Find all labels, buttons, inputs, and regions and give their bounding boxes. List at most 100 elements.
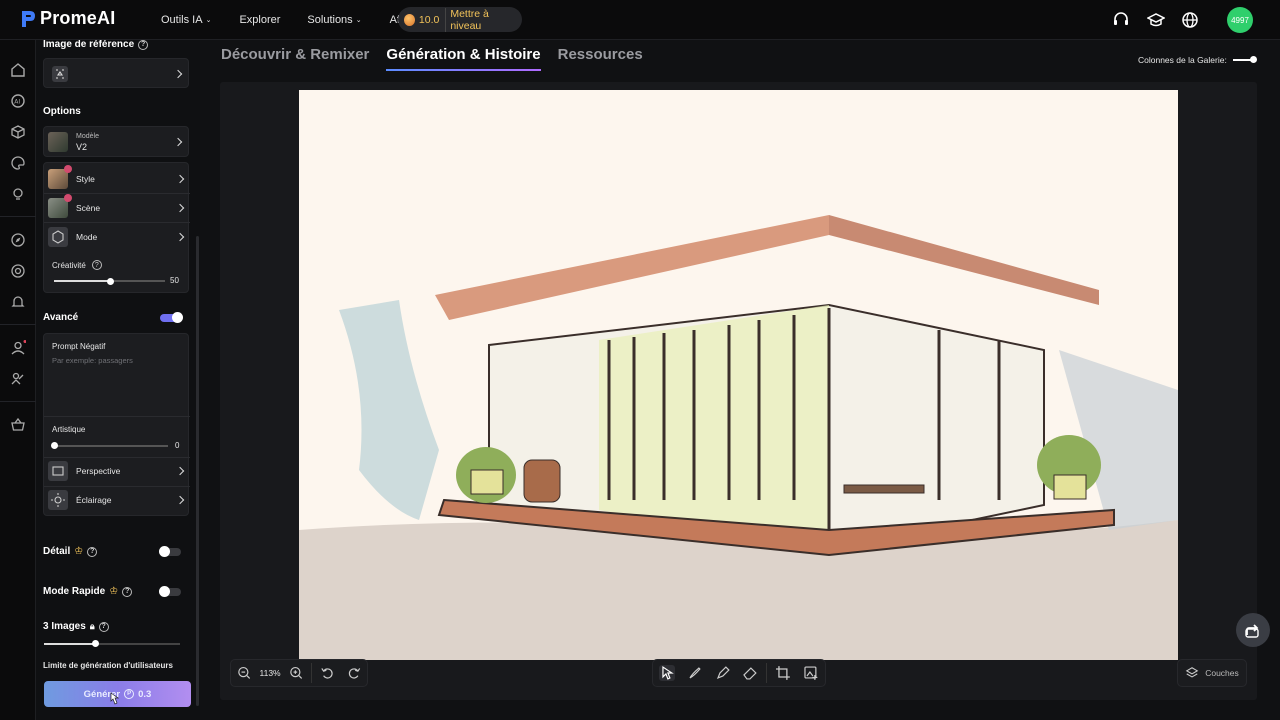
- layers-icon: [1185, 667, 1199, 678]
- graduation-cap-icon[interactable]: [1147, 11, 1165, 29]
- layers-button[interactable]: Couches: [1177, 659, 1247, 687]
- tab-generation-history[interactable]: Génération & Histoire: [386, 46, 541, 71]
- credits-pill[interactable]: 10.0 Mettre à niveau: [398, 7, 522, 32]
- lighting-row[interactable]: Éclairage: [44, 490, 190, 510]
- images-slider-handle[interactable]: [92, 640, 99, 647]
- help-icon[interactable]: ?: [91, 260, 102, 270]
- creativity-value: 50: [170, 276, 179, 285]
- help-icon[interactable]: ?: [87, 546, 98, 557]
- coin-icon: P: [124, 689, 135, 699]
- top-bar: PromeAI Outils IA ⌄ Explorer Solutions ⌄…: [0, 0, 1280, 40]
- artistic-slider-track[interactable]: [54, 445, 168, 447]
- pen-icon[interactable]: [715, 665, 731, 681]
- negative-prompt-label: Prompt Négatif: [52, 342, 106, 351]
- creativity-header: Créativité ?: [44, 259, 190, 271]
- crown-icon: ♔: [109, 586, 119, 597]
- chevron-right-icon: [175, 495, 185, 505]
- model-selector[interactable]: Modèle V2: [43, 126, 189, 157]
- style-label: Style: [76, 174, 95, 184]
- people-icon[interactable]: [10, 371, 26, 387]
- zoom-out-icon[interactable]: [237, 665, 252, 681]
- images-title: 3 Images 🔒︎ ?: [43, 621, 109, 632]
- nav-explore[interactable]: Explorer: [239, 14, 280, 26]
- model-row: Modèle V2: [44, 132, 190, 152]
- basket-icon[interactable]: [10, 417, 26, 433]
- gallery-columns-slider[interactable]: [1232, 56, 1257, 63]
- artistic-value: 0: [175, 441, 180, 450]
- crop-icon[interactable]: [775, 665, 791, 681]
- help-icon[interactable]: ?: [98, 621, 109, 632]
- zoom-in-icon[interactable]: [289, 665, 304, 681]
- remove-style-icon[interactable]: [64, 165, 72, 173]
- palette-icon[interactable]: [10, 155, 26, 171]
- tab-label: Ressources: [557, 46, 643, 63]
- fast-mode-toggle[interactable]: [159, 586, 181, 597]
- brush-icon[interactable]: [687, 665, 703, 681]
- detail-toggle[interactable]: [159, 546, 181, 557]
- chevron-right-icon: [175, 232, 185, 242]
- chevron-right-icon: [175, 203, 185, 213]
- model-value: V2: [76, 141, 88, 152]
- bell-icon[interactable]: [10, 294, 26, 310]
- reference-image-picker[interactable]: [43, 58, 189, 88]
- options-card: Style Scène Mode Créativité ? 50: [43, 162, 190, 293]
- cube-icon[interactable]: [10, 124, 26, 140]
- artistic-slider-handle[interactable]: [51, 442, 58, 449]
- upgrade-button[interactable]: Mettre à niveau: [445, 7, 516, 32]
- panel-scrollbar[interactable]: [196, 236, 199, 706]
- advanced-title: Avancé: [43, 312, 78, 323]
- remove-scene-icon[interactable]: [64, 194, 72, 202]
- perspective-row[interactable]: Perspective: [44, 461, 190, 481]
- globe-icon[interactable]: [1181, 11, 1199, 29]
- icon-rail: AI: [0, 40, 36, 720]
- help-icon[interactable]: ?: [122, 586, 133, 597]
- compass-icon[interactable]: [10, 232, 26, 248]
- select-pointer-icon[interactable]: [659, 665, 675, 681]
- mode-row[interactable]: Mode: [44, 227, 190, 247]
- lightbulb-icon[interactable]: [10, 186, 26, 202]
- divider: [766, 663, 768, 683]
- eraser-icon[interactable]: [742, 665, 758, 681]
- fast-mode-title: Mode Rapide ♔ ?: [43, 586, 133, 597]
- redo-icon[interactable]: [347, 665, 362, 681]
- ai-icon[interactable]: AI: [10, 93, 26, 109]
- reference-title: Image de référence ?: [43, 40, 149, 50]
- model-text: Modèle V2: [76, 133, 99, 152]
- credits-value: 10.0: [418, 13, 440, 26]
- add-image-icon[interactable]: [803, 665, 819, 681]
- svg-text:AI: AI: [14, 99, 20, 106]
- section-label: Image de référence: [43, 40, 135, 50]
- negative-prompt-input[interactable]: Par exemple: passagers: [52, 356, 133, 365]
- divider: [311, 663, 313, 683]
- advanced-toggle[interactable]: [160, 312, 183, 323]
- tab-resources[interactable]: Ressources: [558, 46, 643, 71]
- undo-icon[interactable]: [320, 665, 335, 681]
- target-icon[interactable]: [10, 263, 26, 279]
- user-icon[interactable]: [10, 340, 26, 356]
- share-button[interactable]: [1236, 613, 1270, 647]
- nav-ai-tools[interactable]: Outils IA ⌄: [161, 14, 211, 26]
- settings-panel: Image de référence ? Options Modèle V2 S…: [36, 40, 200, 720]
- user-avatar[interactable]: 4997: [1227, 7, 1253, 33]
- chevron-right-icon: [175, 466, 185, 476]
- home-icon[interactable]: [10, 62, 26, 78]
- layers-label: Couches: [1205, 668, 1239, 678]
- help-icon[interactable]: ?: [138, 40, 149, 50]
- coin-icon: [404, 13, 415, 26]
- advanced-card: Prompt Négatif Par exemple: passagers Ar…: [43, 333, 190, 516]
- lighting-label: Éclairage: [76, 495, 112, 505]
- model-label: Modèle: [76, 132, 99, 140]
- tab-discover-remix[interactable]: Découvrir & Remixer: [221, 46, 369, 71]
- creativity-slider-fill: [54, 280, 110, 282]
- chevron-down-icon: ⌄: [355, 17, 362, 24]
- logo[interactable]: PromeAI: [20, 8, 115, 29]
- zoom-toolbar: 113%: [230, 659, 368, 687]
- headset-icon[interactable]: [1112, 11, 1130, 29]
- editor-canvas[interactable]: 113% Couches: [220, 82, 1257, 700]
- creativity-slider-handle[interactable]: [106, 278, 114, 285]
- tab-bar: Découvrir & Remixer Génération & Histoir…: [221, 46, 643, 71]
- nav-solutions[interactable]: Solutions ⌄: [307, 14, 361, 26]
- chevron-right-icon: [175, 174, 185, 184]
- model-thumbnail: [48, 132, 68, 152]
- crown-icon: ♔: [74, 546, 84, 557]
